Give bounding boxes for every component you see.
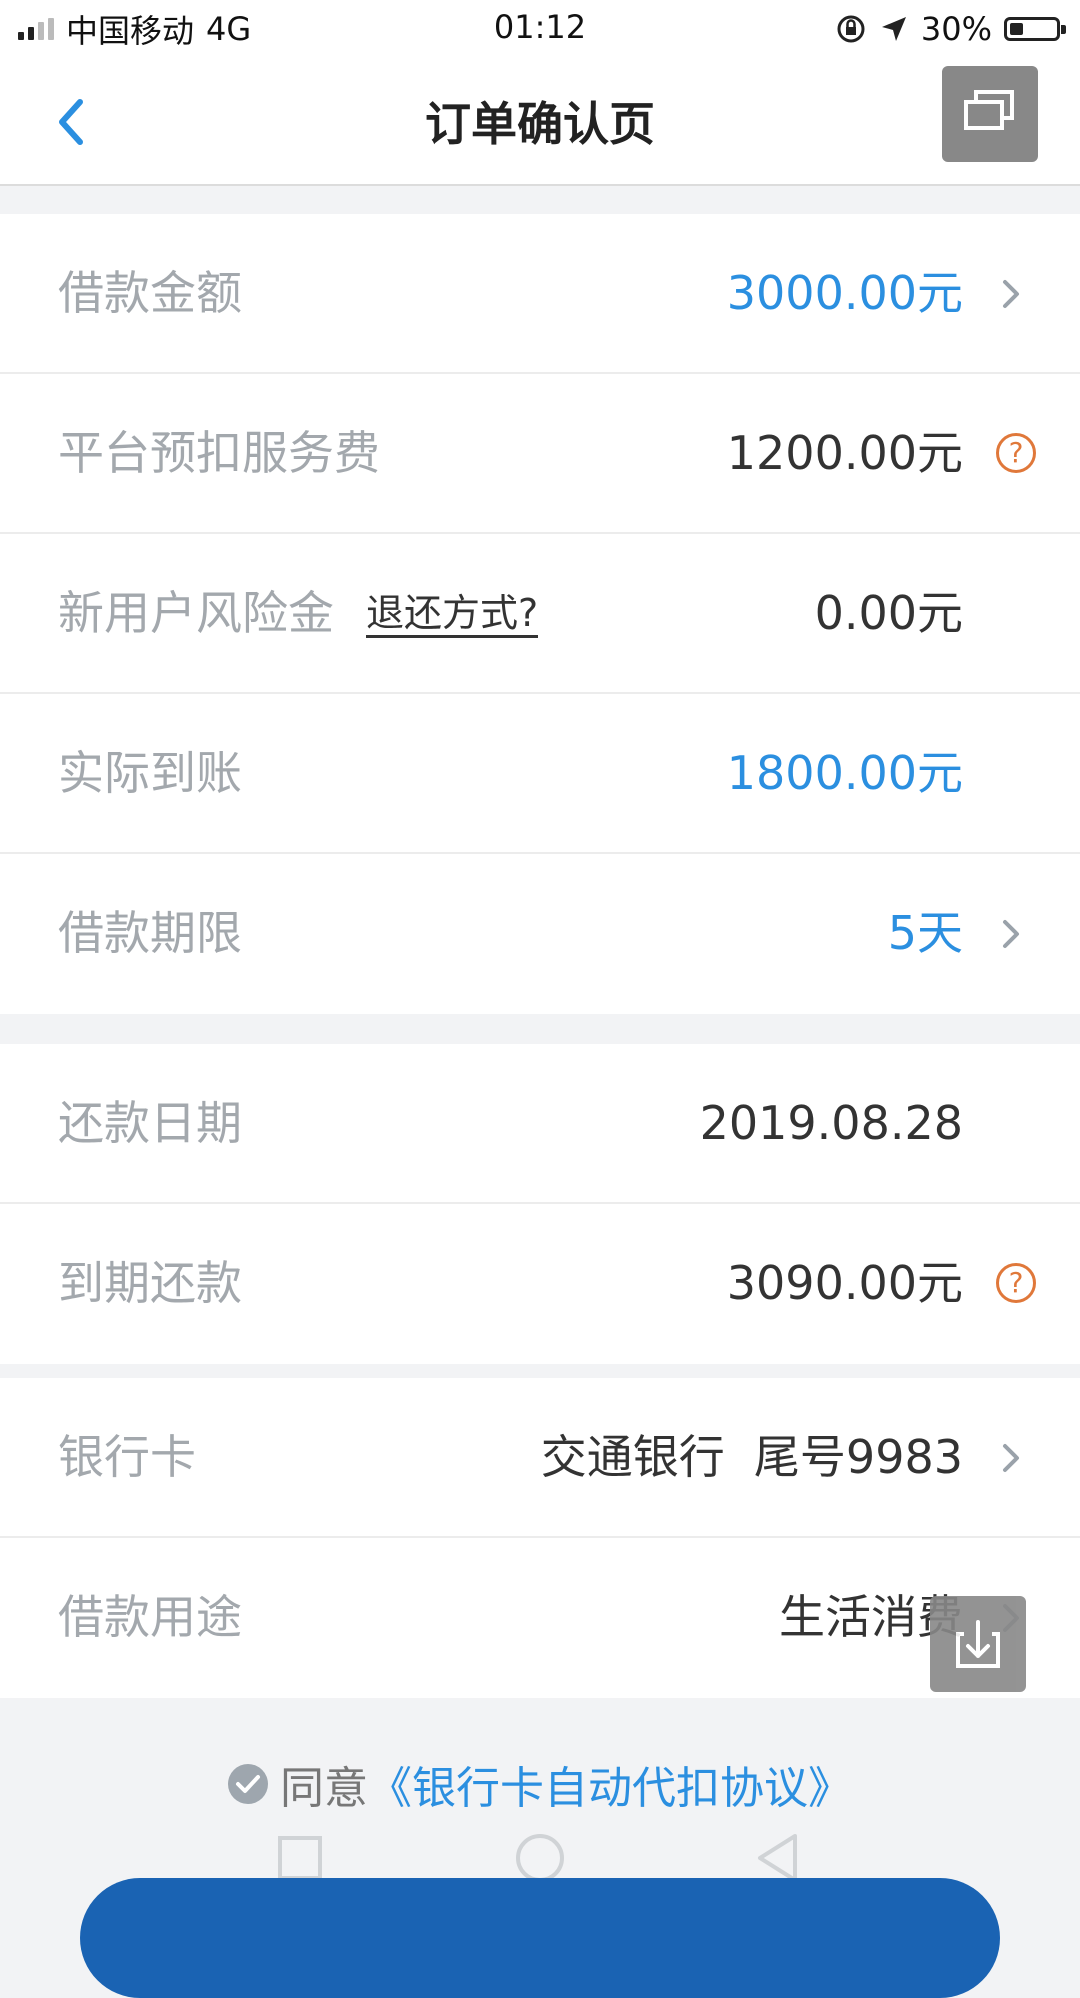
risk-fund-row: 新用户风险金 退还方式? 0.00元 (0, 534, 1080, 694)
rotation-lock-icon (837, 15, 865, 43)
location-arrow-icon (881, 17, 906, 41)
submit-button[interactable] (80, 1878, 1000, 1998)
service-fee-row: 平台预扣服务费 1200.00元 ? (0, 374, 1080, 534)
status-right: 30% (835, 8, 1066, 50)
due-amount-label: 到期还款 (58, 1256, 242, 1310)
repay-date-label: 还款日期 (58, 1096, 242, 1150)
bank-card-row[interactable]: 银行卡 交通银行 尾号9983 (0, 1378, 1080, 1538)
back-triangle-icon (758, 1834, 797, 1882)
loan-purpose-label: 借款用途 (58, 1590, 242, 1644)
refund-method-text: 退还方式? (366, 591, 539, 638)
repayment-section: 还款日期 2019.08.28 到期还款 3090.00元 ? (0, 1044, 1080, 1364)
risk-fund-label: 新用户风险金 (58, 586, 334, 640)
recent-apps-icon (278, 1836, 322, 1880)
auto-debit-agreement-link[interactable]: 《银行卡自动代扣协议》 (368, 1763, 852, 1814)
chevron-right-icon (1003, 920, 1019, 948)
loan-term-row[interactable]: 借款期限 5天 (0, 854, 1080, 1014)
loan-term-label: 借款期限 (58, 906, 242, 960)
help-question-icon[interactable]: ? (996, 433, 1036, 473)
service-fee-value: 1200.00元 (726, 426, 963, 480)
battery-percent: 30% (920, 10, 992, 48)
loan-amount-row[interactable]: 借款金额 3000.00元 (0, 214, 1080, 374)
agree-text: 同意 (280, 1763, 368, 1814)
bank-card-label: 银行卡 (58, 1430, 196, 1484)
bank-section: 银行卡 交通银行 尾号9983 借款用途 生活消费 (0, 1378, 1080, 1698)
download-icon (956, 1620, 1000, 1668)
battery-level (1010, 23, 1023, 35)
battery-icon (1004, 17, 1066, 41)
page-title: 订单确认页 (425, 97, 655, 151)
nav-bar: 订单确认页 (0, 58, 1080, 186)
copy-windows-icon (964, 90, 1014, 130)
due-amount-value: 3090.00元 (726, 1256, 963, 1310)
home-icon (516, 1834, 564, 1882)
received-value: 1800.00元 (726, 746, 963, 800)
loan-amount-label: 借款金额 (58, 266, 242, 320)
download-button[interactable] (930, 1596, 1026, 1692)
loan-info-section: 借款金额 3000.00元 平台预扣服务费 1200.00元 ? 新用户风险金 … (0, 214, 1080, 1014)
chevron-right-icon (1003, 280, 1019, 308)
loan-term-value: 5天 (887, 906, 963, 960)
repay-date-value: 2019.08.28 (699, 1096, 963, 1150)
bank-card-value: 交通银行 尾号9983 (540, 1430, 963, 1484)
received-row: 实际到账 1800.00元 (0, 694, 1080, 854)
due-amount-row: 到期还款 3090.00元 ? (0, 1204, 1080, 1364)
status-bar: 中国移动 4G 01:12 30% (0, 0, 1080, 58)
loan-amount-value: 3000.00元 (726, 266, 963, 320)
loan-purpose-row[interactable]: 借款用途 生活消费 (0, 1538, 1080, 1698)
agree-checkbox[interactable] (228, 1764, 268, 1804)
check-icon (236, 1775, 260, 1793)
refund-method-link[interactable]: 退还方式? (366, 534, 539, 692)
agreement-row: 同意《银行卡自动代扣协议》 (0, 1752, 1080, 1822)
service-fee-label: 平台预扣服务费 (58, 426, 380, 480)
chevron-right-icon (1003, 1444, 1019, 1472)
window-switch-button[interactable] (942, 66, 1038, 162)
help-question-icon[interactable]: ? (996, 1263, 1036, 1303)
repay-date-row: 还款日期 2019.08.28 (0, 1044, 1080, 1204)
risk-fund-value: 0.00元 (814, 586, 963, 640)
received-label: 实际到账 (58, 746, 242, 800)
